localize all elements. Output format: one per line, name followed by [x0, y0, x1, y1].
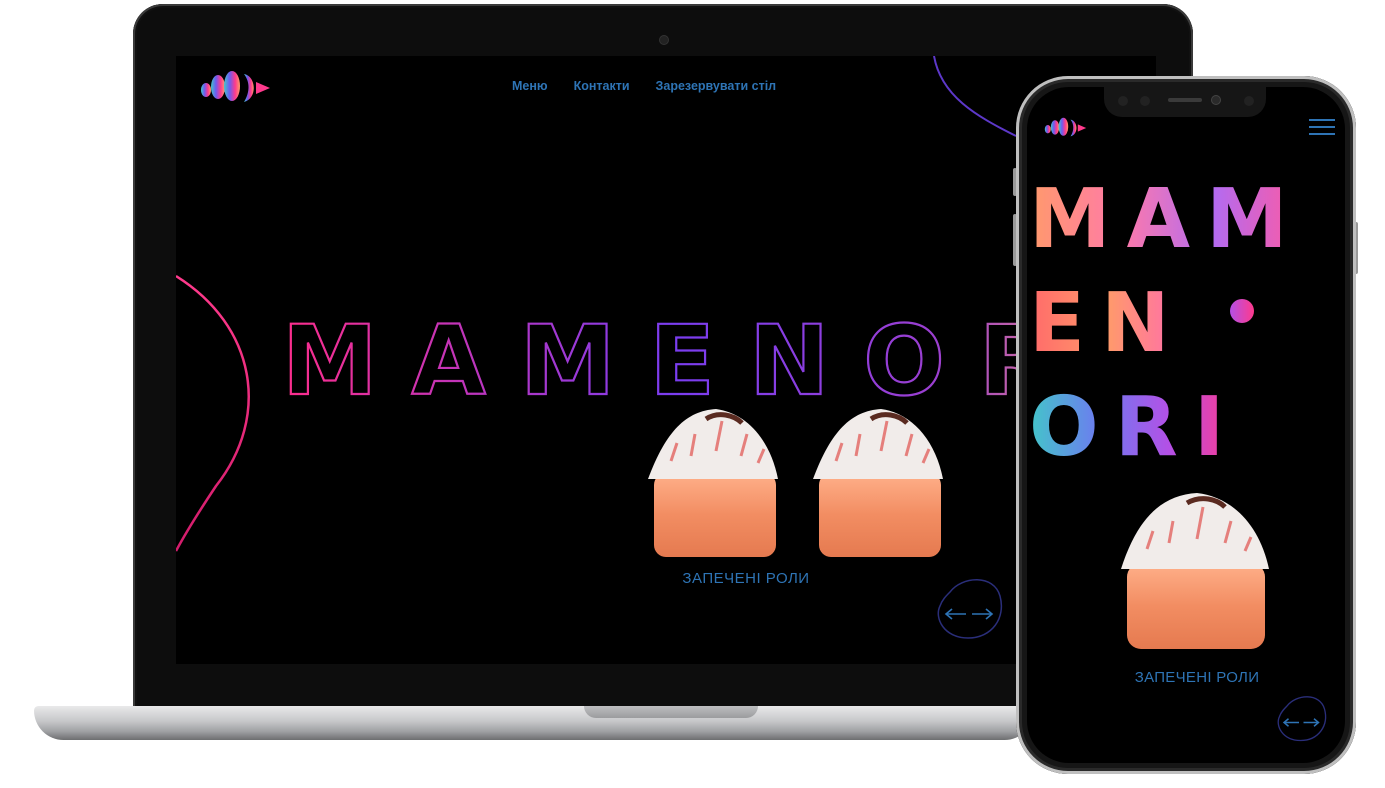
sushi-image — [1121, 493, 1269, 649]
product-caption: ЗАПЕЧЕНІ РОЛИ — [1134, 669, 1260, 686]
hero-line-1: MAM — [1029, 172, 1304, 267]
laptop-camera — [660, 36, 668, 44]
phone-notch — [1104, 87, 1266, 117]
sushi-image — [648, 409, 943, 557]
desktop-screen: Меню Контакти Зарезервувати стіл MAMENOR… — [176, 56, 1156, 664]
hero-line-3: ORI — [1029, 380, 1241, 475]
laptop-hinge — [584, 706, 758, 718]
arrow-right-icon[interactable] — [972, 608, 994, 620]
laptop-base — [34, 706, 1034, 740]
hero-line-2: EN — [1029, 276, 1186, 371]
arrow-right-icon[interactable] — [1303, 718, 1320, 727]
arrow-left-icon[interactable] — [944, 608, 966, 620]
logo-icon[interactable] — [1043, 115, 1091, 141]
slider-arrows[interactable] — [932, 572, 1008, 644]
arrow-left-icon[interactable] — [1282, 718, 1299, 727]
mobile-screen: MAM EN ORI ЗАПЕЧЕНІ РОЛИ — [1027, 87, 1345, 763]
menu-icon[interactable] — [1309, 119, 1335, 140]
slider-arrows[interactable] — [1273, 691, 1331, 745]
hero-dot — [1230, 299, 1254, 323]
product-caption: ЗАПЕЧЕНІ РОЛИ — [682, 570, 810, 587]
